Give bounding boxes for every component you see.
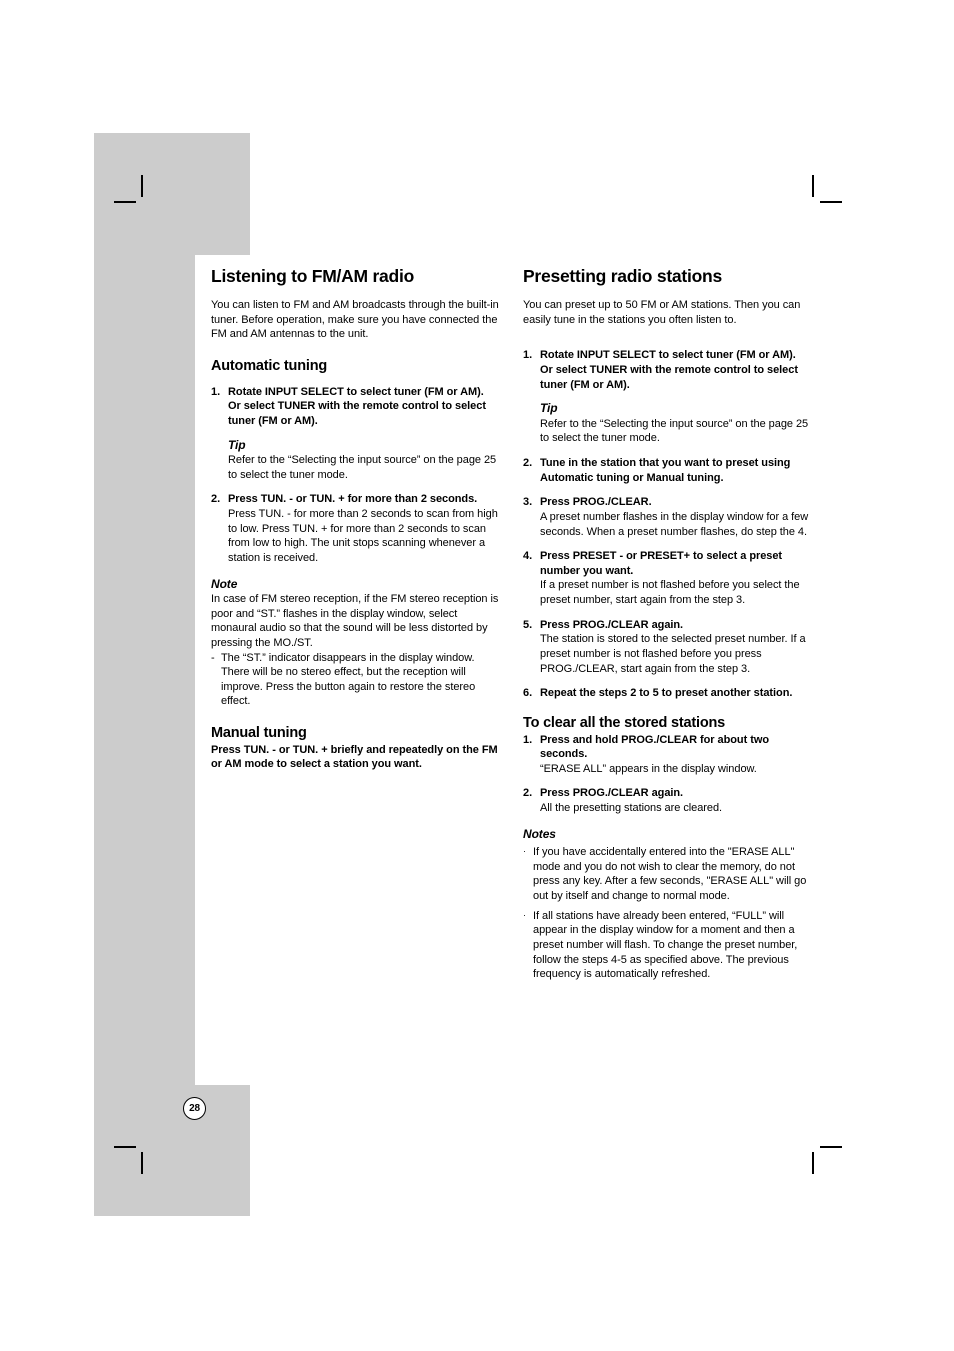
step-lead-text: Tune in the station that you want to pre… — [540, 457, 791, 484]
crop-mark-bottom-right-vertical — [812, 1152, 814, 1174]
page-number-badge: 28 — [183, 1097, 206, 1120]
step-lead-text: Rotate INPUT SELECT to select tuner (FM … — [540, 349, 798, 391]
crop-mark-top-right-vertical — [812, 175, 814, 197]
step-preset-3: 3. Press PROG./CLEAR. A preset number fl… — [523, 495, 811, 539]
bullet-marker: · — [523, 909, 526, 920]
step-lead-text: Repeat the steps 2 to 5 to preset anothe… — [540, 687, 793, 700]
step-number: 5. — [523, 618, 533, 631]
step-description-text: If a preset number is not flashed before… — [540, 579, 800, 607]
tip-heading: Tip — [540, 401, 558, 416]
dash-marker: - — [211, 651, 215, 664]
step-description-text: All the presetting stations are cleared. — [540, 802, 723, 815]
step-lead-text: Rotate INPUT SELECT to select tuner (FM … — [228, 385, 486, 427]
note-heading: Note — [211, 576, 238, 591]
step-number: 2. — [211, 493, 221, 506]
decorative-gray-block-bottom — [94, 1085, 250, 1216]
page-title-listening: Listening to FM/AM radio — [211, 266, 415, 286]
step-number: 6. — [523, 687, 533, 700]
note-dash-item: - The “ST.” indicator disappears in the … — [211, 651, 499, 710]
decorative-gray-block-top — [94, 133, 250, 255]
note-text: In case of FM stereo reception, if the F… — [211, 593, 499, 649]
step-number: 3. — [523, 496, 533, 509]
crop-mark-top-right-horizontal — [820, 201, 842, 203]
note-bullet-item: · If you have accidentally entered into … — [523, 845, 811, 904]
step-description-text: The station is stored to the selected pr… — [540, 633, 806, 675]
intro-paragraph-listening: You can listen to FM and AM broadcasts t… — [211, 299, 499, 341]
notes-heading: Notes — [523, 826, 556, 841]
tip-text: Refer to the “Selecting the input source… — [540, 417, 809, 445]
right-column: Presetting radio stations You can preset… — [523, 266, 811, 982]
tip-heading: Tip — [228, 437, 246, 452]
tip-text: Refer to the “Selecting the input source… — [228, 454, 497, 481]
step-number: 2. — [523, 787, 533, 800]
step-preset-2: 2. Tune in the station that you want to … — [523, 456, 811, 485]
tip-block-presetting: Tip Refer to the “Selecting the input so… — [540, 401, 811, 446]
crop-mark-bottom-left-vertical — [141, 1152, 143, 1174]
note-bullet-text: If you have accidentally entered into th… — [533, 846, 807, 903]
step-preset-6: 6. Repeat the steps 2 to 5 to preset ano… — [523, 686, 811, 701]
manual-tuning-text: Press TUN. - or TUN. + briefly and repea… — [211, 743, 498, 771]
heading-automatic-tuning: Automatic tuning — [211, 358, 328, 374]
step-lead-text: Press PROG./CLEAR. — [540, 496, 652, 509]
crop-mark-top-left-vertical — [141, 175, 143, 197]
step-number: 1. — [523, 349, 533, 362]
crop-mark-bottom-left-horizontal — [114, 1146, 136, 1148]
step-clear-1: 1. Press and hold PROG./CLEAR for about … — [523, 733, 811, 777]
note-bullet-item: · If all stations have already been ente… — [523, 909, 811, 982]
crop-mark-bottom-right-horizontal — [820, 1146, 842, 1148]
intro-paragraph-presetting: You can preset up to 50 FM or AM station… — [523, 299, 801, 326]
step-clear-2: 2. Press PROG./CLEAR again. All the pres… — [523, 786, 811, 815]
heading-clear-all-stations: To clear all the stored stations — [523, 714, 726, 731]
crop-mark-top-left-horizontal — [114, 201, 136, 203]
step-preset-1: 1. Rotate INPUT SELECT to select tuner (… — [523, 348, 811, 446]
note-dash-text: The “ST.” indicator disappears in the di… — [221, 651, 476, 708]
step-lead-text: Press TUN. - or TUN. + for more than 2 s… — [228, 493, 478, 506]
bullet-marker: · — [523, 846, 526, 857]
step-description-text: “ERASE ALL” appears in the display windo… — [540, 762, 757, 775]
step-lead-text: Press PRESET - or PRESET+ to select a pr… — [540, 550, 783, 577]
notes-block-clear: Notes · If you have accidentally entered… — [523, 827, 811, 982]
step-description-text: Press TUN. - for more than 2 seconds to … — [228, 508, 498, 564]
step-automatic-2: 2. Press TUN. - or TUN. + for more than … — [211, 492, 499, 565]
step-preset-4: 4. Press PRESET - or PRESET+ to select a… — [523, 549, 811, 608]
step-automatic-1: 1. Rotate INPUT SELECT to select tuner (… — [211, 385, 499, 483]
note-bullet-text: If all stations have already been entere… — [533, 909, 798, 981]
step-number: 4. — [523, 550, 533, 563]
page-number-text: 28 — [189, 1102, 200, 1114]
step-preset-5: 5. Press PROG./CLEAR again. The station … — [523, 618, 811, 677]
step-description-text: A preset number flashes in the display w… — [540, 510, 809, 538]
decorative-gray-block-middle — [94, 255, 195, 1085]
tip-block-automatic: Tip Refer to the “Selecting the input so… — [228, 438, 499, 483]
step-lead-text: Press and hold PROG./CLEAR for about two… — [540, 733, 770, 761]
step-number: 1. — [211, 385, 221, 398]
step-number: 1. — [523, 733, 533, 746]
heading-manual-tuning: Manual tuning — [211, 725, 307, 742]
note-block-stereo: Note In case of FM stereo reception, if … — [211, 577, 499, 710]
step-number: 2. — [523, 457, 533, 470]
step-lead-text: Press PROG./CLEAR again. — [540, 618, 684, 631]
page-content: Listening to FM/AM radio You can listen … — [211, 266, 811, 982]
step-lead-text: Press PROG./CLEAR again. — [540, 787, 684, 800]
left-column: Listening to FM/AM radio You can listen … — [211, 266, 499, 982]
page-title-presetting: Presetting radio stations — [523, 266, 722, 286]
